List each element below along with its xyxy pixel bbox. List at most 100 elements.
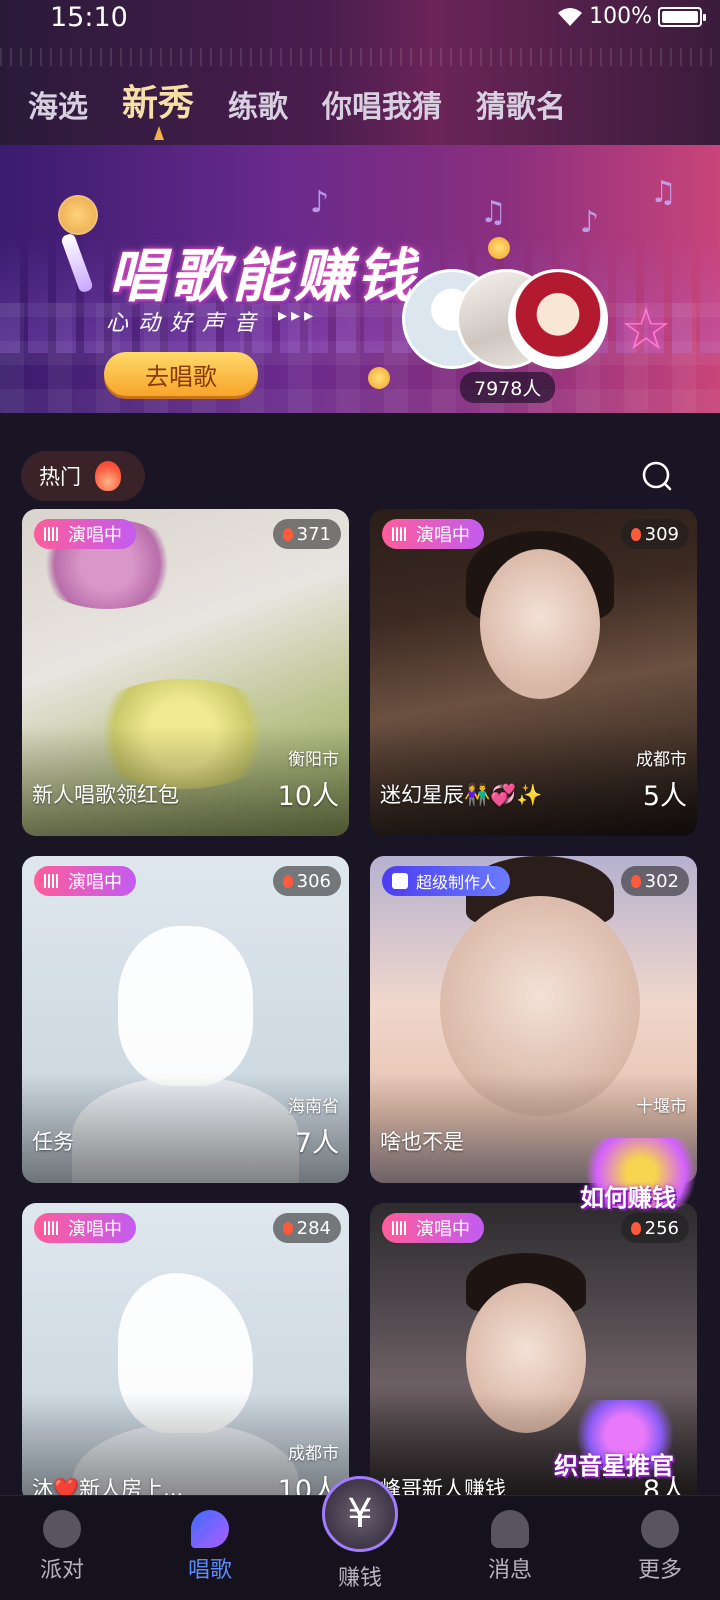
sound-wave-icon bbox=[44, 527, 60, 541]
card-title: 任务 bbox=[32, 1130, 74, 1154]
how-to-earn-float-button[interactable]: 如何赚钱 bbox=[566, 1130, 716, 1220]
status-label: 演唱中 bbox=[416, 525, 470, 546]
heat-value: 256 bbox=[644, 1217, 679, 1239]
flame-icon bbox=[630, 527, 641, 541]
more-icon bbox=[641, 1510, 679, 1548]
heat-badge: 371 bbox=[272, 519, 341, 549]
heat-value: 284 bbox=[296, 1217, 331, 1239]
default-avatar-image bbox=[118, 926, 253, 1086]
music-note-icon: ♪ bbox=[580, 205, 600, 240]
heat-value: 306 bbox=[296, 870, 331, 892]
go-sing-button[interactable]: 去唱歌 bbox=[104, 352, 258, 396]
status-time: 15:10 bbox=[50, 2, 128, 33]
heat-value: 371 bbox=[296, 523, 331, 545]
status-label: 演唱中 bbox=[68, 872, 122, 893]
decorative-ticks bbox=[0, 48, 720, 66]
status-badge: 演唱中 bbox=[34, 519, 136, 549]
flame-icon bbox=[282, 874, 293, 888]
nav-party[interactable]: 派对 bbox=[12, 1510, 112, 1584]
flame-icon bbox=[630, 1221, 641, 1235]
heat-badge: 309 bbox=[620, 519, 689, 549]
flame-icon bbox=[630, 874, 641, 888]
avatar bbox=[508, 269, 608, 369]
heat-badge: 284 bbox=[272, 1213, 341, 1243]
room-card[interactable]: 演唱中 284 成都市 沐❤️新人房上... 10人 bbox=[22, 1203, 349, 1503]
room-card[interactable]: 演唱中 371 衡阳市 新人唱歌领红包 10人 bbox=[22, 509, 349, 836]
status-label: 演唱中 bbox=[68, 525, 122, 546]
status-badge: 演唱中 bbox=[382, 519, 484, 549]
flame-icon bbox=[282, 527, 293, 541]
status-label: 演唱中 bbox=[68, 1219, 122, 1240]
status-badge: 演唱中 bbox=[34, 866, 136, 896]
music-note-icon: ♫ bbox=[650, 175, 677, 210]
wifi-icon bbox=[558, 7, 583, 26]
microphone-icon bbox=[58, 195, 98, 235]
shirt-icon bbox=[392, 873, 408, 889]
tab-haixuan[interactable]: 海选 bbox=[28, 82, 88, 126]
status-label: 演唱中 bbox=[416, 1219, 470, 1240]
heat-value: 302 bbox=[644, 870, 679, 892]
coin-icon bbox=[488, 237, 510, 259]
status-badge: 演唱中 bbox=[382, 1213, 484, 1243]
card-city: 海南省 bbox=[288, 1097, 339, 1117]
flame-icon bbox=[282, 1221, 293, 1235]
nav-sing[interactable]: 唱歌 bbox=[160, 1510, 260, 1584]
card-city: 十堰市 bbox=[636, 1097, 687, 1117]
music-note-icon: ♪ bbox=[310, 185, 330, 220]
party-icon bbox=[43, 1510, 81, 1548]
star-icon: ☆ bbox=[620, 295, 672, 363]
battery-icon bbox=[658, 6, 706, 27]
sound-wave-icon bbox=[44, 1221, 60, 1235]
participants-count: 7978人 bbox=[460, 372, 556, 403]
coin-icon bbox=[368, 367, 390, 389]
card-count: 10人 bbox=[277, 781, 339, 812]
card-title: 新人唱歌领红包 bbox=[32, 783, 179, 807]
room-cover-image bbox=[480, 549, 600, 699]
heat-value: 309 bbox=[644, 523, 679, 545]
card-count: 7人 bbox=[294, 1128, 339, 1159]
sound-wave-icon bbox=[392, 1221, 408, 1235]
banner-arrows: ▸▸▸ bbox=[278, 305, 318, 326]
promo-banner[interactable]: ♪ ♫ ♪ ♫ 唱歌能赚钱 心动好声音 ▸▸▸ 去唱歌 7978人 ☆ bbox=[0, 145, 720, 413]
heat-badge: 306 bbox=[272, 866, 341, 896]
banner-title: 唱歌能赚钱 bbox=[108, 242, 419, 310]
battery-percent: 100% bbox=[589, 4, 652, 29]
status-label: 超级制作人 bbox=[416, 873, 497, 892]
heat-badge: 302 bbox=[620, 866, 689, 896]
nav-messages[interactable]: 消息 bbox=[460, 1510, 560, 1584]
nav-label: 消息 bbox=[487, 1558, 532, 1583]
status-bar: 15:10 100% bbox=[0, 0, 720, 36]
hot-filter-button[interactable]: 热门 bbox=[21, 451, 145, 501]
sound-wave-icon bbox=[392, 527, 408, 541]
nav-label: 更多 bbox=[637, 1558, 682, 1583]
nav-label: 唱歌 bbox=[187, 1558, 232, 1583]
status-indicators: 100% bbox=[557, 4, 706, 29]
card-city: 成都市 bbox=[288, 1444, 339, 1464]
promoter-float-button[interactable]: 织音星推官 bbox=[550, 1400, 710, 1480]
room-card[interactable]: 演唱中 306 海南省 任务 7人 bbox=[22, 856, 349, 1183]
tab-guess-singing[interactable]: 你唱我猜 bbox=[322, 82, 442, 126]
tab-liange[interactable]: 练歌 bbox=[228, 82, 288, 126]
card-city: 成都市 bbox=[636, 750, 687, 770]
card-city: 衡阳市 bbox=[288, 750, 339, 770]
bell-icon bbox=[491, 1510, 529, 1548]
top-tabs: 海选 新秀 练歌 你唱我猜 猜歌名 bbox=[28, 74, 600, 140]
nav-more[interactable]: 更多 bbox=[610, 1510, 710, 1584]
promoter-label: 织音星推官 bbox=[554, 1452, 674, 1480]
how-to-earn-label: 如何赚钱 bbox=[580, 1184, 676, 1212]
flame-icon bbox=[95, 461, 121, 491]
music-note-icon: ♫ bbox=[480, 195, 507, 230]
earn-button[interactable]: ¥ bbox=[322, 1476, 398, 1552]
status-badge: 演唱中 bbox=[34, 1213, 136, 1243]
tab-xinxiu[interactable]: 新秀 bbox=[122, 74, 194, 140]
sound-wave-icon bbox=[44, 874, 60, 888]
search-icon[interactable] bbox=[640, 459, 674, 493]
card-count: 5人 bbox=[642, 781, 687, 812]
nav-label: 派对 bbox=[39, 1558, 84, 1583]
header: 15:10 100% 海选 新秀 练歌 你唱我猜 猜歌名 bbox=[0, 0, 720, 145]
card-title: 迷幻星辰👫💞✨ bbox=[380, 783, 543, 807]
room-card[interactable]: 演唱中 309 成都市 迷幻星辰👫💞✨ 5人 bbox=[370, 509, 697, 836]
yuan-icon: ¥ bbox=[347, 1491, 373, 1537]
banner-subtitle: 心动好声音 bbox=[106, 311, 267, 336]
tab-guess-song[interactable]: 猜歌名 bbox=[476, 82, 566, 126]
